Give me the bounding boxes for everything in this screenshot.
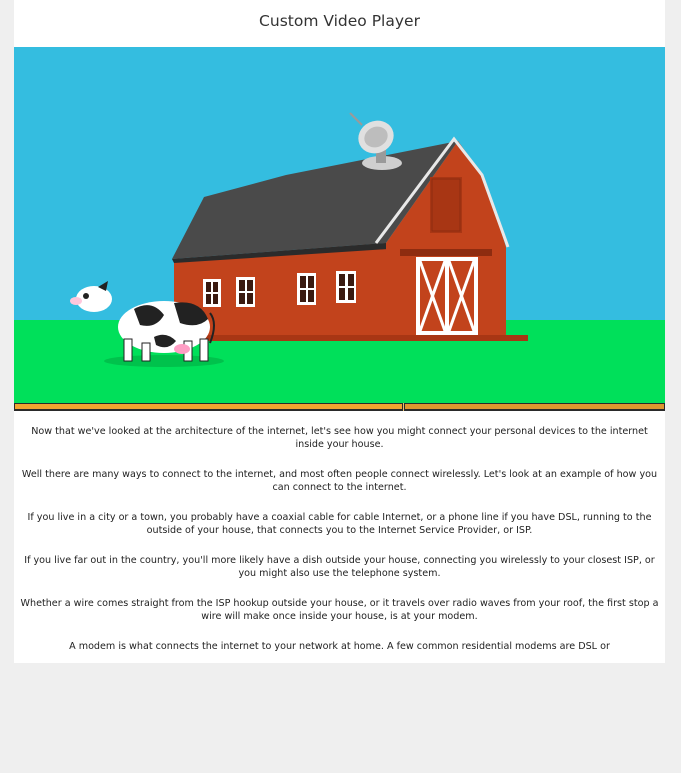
transcript-paragraph[interactable]: If you live far out in the country, you'… (18, 554, 661, 580)
progress-handle[interactable] (403, 403, 404, 411)
transcript-paragraph[interactable]: Well there are many ways to connect to t… (18, 468, 661, 494)
transcript-paragraph[interactable]: If you live in a city or a town, you pro… (18, 511, 661, 537)
page-title: Custom Video Player (259, 12, 420, 30)
barn-icon (172, 136, 528, 341)
video-scene (14, 112, 665, 411)
video-frame[interactable] (14, 47, 665, 411)
progress-remaining (405, 404, 664, 409)
transcript: Now that we've looked at the architectur… (14, 425, 665, 663)
transcript-paragraph[interactable]: Whether a wire comes straight from the I… (18, 597, 661, 623)
video-progress-bar[interactable] (14, 403, 665, 411)
transcript-paragraph[interactable]: Now that we've looked at the architectur… (18, 425, 661, 451)
player-page: Custom Video Player Now that we've looke… (14, 0, 665, 663)
transcript-paragraph[interactable]: A modem is what connects the internet to… (18, 640, 661, 653)
progress-fill (15, 404, 402, 409)
